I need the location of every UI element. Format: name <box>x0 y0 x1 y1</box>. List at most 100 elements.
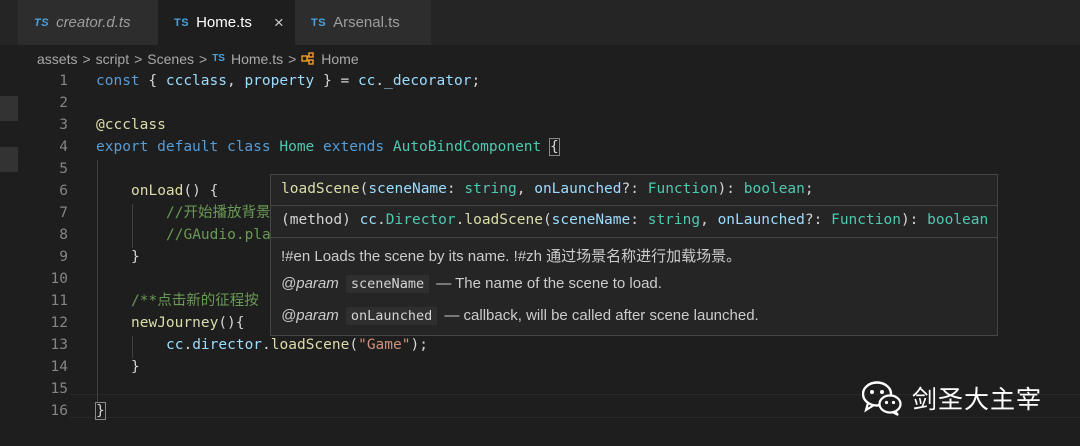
token: boolean <box>927 212 989 228</box>
token: ( <box>542 212 552 228</box>
token: sceneName <box>368 181 447 197</box>
line-number: 14 <box>50 359 68 375</box>
tab-arsenal-ts[interactable]: TS Arsenal.ts <box>295 0 431 45</box>
breadcrumb-item-scenes[interactable]: Scenes <box>147 51 194 67</box>
class-symbol-icon <box>301 51 314 65</box>
token: (method) <box>281 212 360 228</box>
token: string <box>647 212 701 228</box>
token: cc <box>357 73 376 89</box>
tab-label: creator.d.ts <box>56 14 131 31</box>
token: extends <box>323 139 385 155</box>
tab-bar: TS creator.d.ts TS Home.ts × TS Arsenal.… <box>0 0 1080 45</box>
breadcrumb-separator: > <box>82 50 91 67</box>
token: _decorator <box>384 73 472 89</box>
activity-item[interactable] <box>0 147 18 172</box>
token: ccclass <box>165 73 227 89</box>
token: . <box>375 73 385 89</box>
code-line-16[interactable]: } <box>95 400 106 422</box>
token: ): <box>717 181 744 197</box>
code-line-9[interactable]: } <box>131 246 140 268</box>
hover-param-row: @param onLaunched — callback, will be ca… <box>281 307 759 325</box>
param-tag: @param <box>281 307 339 324</box>
indent-guide <box>132 204 133 248</box>
code-line-11[interactable]: /**点击新的征程按 <box>131 290 259 312</box>
line-number: 6 <box>59 183 68 199</box>
token: AutoBindComponent <box>392 139 542 155</box>
code-line-7[interactable]: //开始播放背景 <box>166 202 270 224</box>
token: director <box>192 337 263 353</box>
token: ( <box>349 337 359 353</box>
line-number: 9 <box>59 249 68 265</box>
token: class <box>226 139 271 155</box>
token: { <box>549 138 560 156</box>
param-description: — The name of the scene to load. <box>436 275 662 292</box>
token: : <box>630 212 648 228</box>
token: Home <box>279 139 315 155</box>
indent-guide <box>97 160 98 402</box>
wechat-icon <box>862 381 902 416</box>
breadcrumb: assets > script > Scenes > TS Home.ts > … <box>0 45 1080 72</box>
token: ccclass <box>104 117 166 133</box>
token: cc <box>166 337 184 353</box>
hover-description: !#en Loads the scene by its name. !#zh 通… <box>281 248 742 265</box>
hover-signature: loadScene(sceneName: string, onLaunched?… <box>281 181 814 197</box>
token: //开始播放背景 <box>166 205 271 221</box>
hover-tooltip: loadScene(sceneName: string, onLaunched?… <box>270 174 998 336</box>
token: Function <box>831 212 901 228</box>
breadcrumb-item-assets[interactable]: assets <box>37 51 77 67</box>
code-line-12[interactable]: newJourney(){ <box>131 312 245 334</box>
token: sceneName <box>551 212 631 228</box>
token: ); <box>410 337 428 353</box>
token: , <box>700 212 718 228</box>
hover-divider <box>271 205 997 206</box>
line-number: 12 <box>50 315 68 331</box>
param-description: — callback, will be called after scene l… <box>444 307 759 324</box>
token: Function <box>647 181 718 197</box>
token: newJourney <box>131 315 219 331</box>
line-number: 13 <box>50 337 68 353</box>
token: . <box>183 337 193 353</box>
code-line-3[interactable]: @ccclass <box>96 114 166 136</box>
token: () { <box>183 183 219 199</box>
code-line-13[interactable]: cc.director.loadScene("Game"); <box>166 334 428 356</box>
code-line-4[interactable]: export default class Home extends AutoBi… <box>96 136 560 158</box>
token: @ <box>96 117 105 133</box>
code-line-8[interactable]: //GAudio.pla <box>166 224 271 246</box>
param-tag: @param <box>281 275 339 292</box>
breadcrumb-separator: > <box>288 50 297 67</box>
code-line-1[interactable]: const { ccclass, property } = cc._decora… <box>96 70 480 92</box>
tab-creator-d-ts[interactable]: TS creator.d.ts <box>18 0 171 45</box>
token: /**点击新的征程按 <box>131 293 259 309</box>
tab-home-ts[interactable]: TS Home.ts × <box>158 0 310 45</box>
token: "Game" <box>358 337 411 353</box>
code-line-6[interactable]: onLoad() { <box>131 180 218 202</box>
token: onLaunched <box>717 212 805 228</box>
token: } <box>95 402 106 420</box>
token: property <box>244 73 315 89</box>
token: ?: <box>804 212 832 228</box>
line-number: 11 <box>50 293 68 309</box>
breadcrumb-item-file[interactable]: Home.ts <box>231 51 283 67</box>
tab-label: Home.ts <box>196 14 252 31</box>
breadcrumb-item-script[interactable]: script <box>96 51 129 67</box>
token: ; <box>804 181 814 197</box>
token: , <box>516 181 535 197</box>
token: . <box>262 337 271 353</box>
token: loadScene <box>281 181 360 197</box>
activity-item[interactable] <box>0 96 18 121</box>
close-icon[interactable]: × <box>274 13 284 33</box>
breadcrumb-item-symbol[interactable]: Home <box>321 51 358 67</box>
token: ?: <box>621 181 648 197</box>
code-line-14[interactable]: } <box>131 356 140 378</box>
line-number: 16 <box>50 403 68 419</box>
breadcrumb-separator: > <box>134 50 143 67</box>
token: : <box>446 181 465 197</box>
token: cc <box>359 212 378 228</box>
line-number: 8 <box>59 227 68 243</box>
token: loadScene <box>464 212 543 228</box>
token: ): <box>900 212 928 228</box>
token: string <box>464 181 517 197</box>
